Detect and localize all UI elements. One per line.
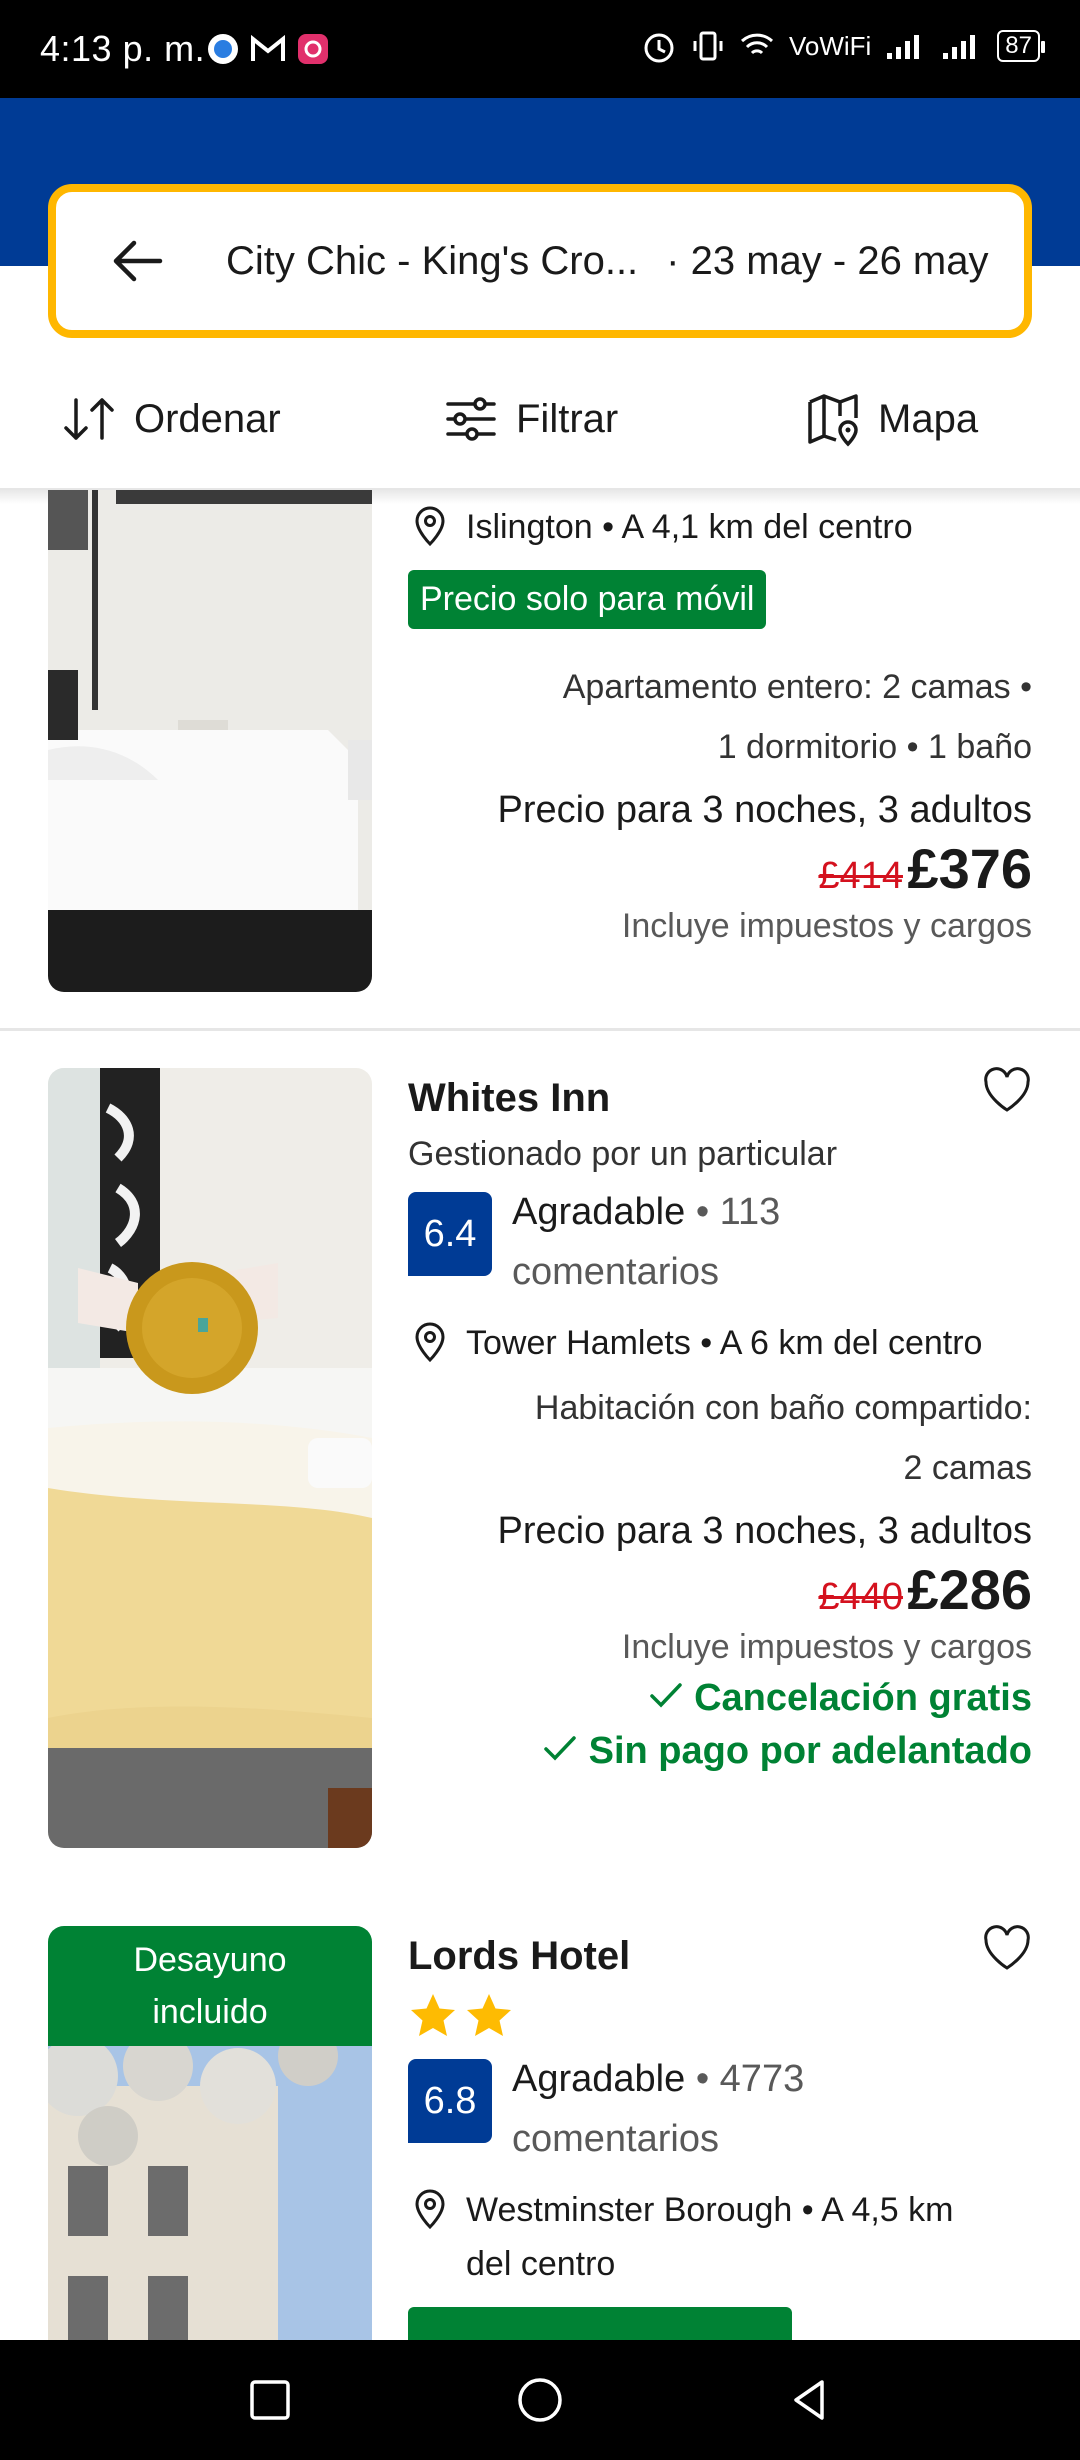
instagram-icon bbox=[298, 34, 328, 64]
vibrate-icon bbox=[693, 31, 723, 61]
old-price-1: £414 bbox=[818, 855, 903, 897]
sort-label: Ordenar bbox=[134, 396, 281, 441]
search-destination[interactable]: City Chic - King's Cro... bbox=[226, 239, 638, 284]
taxes-note-2: Incluye impuestos y cargos bbox=[621, 1628, 1032, 1666]
room-info-2-line1: Habitación con baño compartido: bbox=[534, 1389, 1032, 1427]
listing-location-1: Islington • A 4,1 km del centro bbox=[408, 500, 1032, 554]
bedroom-photo-1 bbox=[48, 490, 372, 992]
signal-icon-2 bbox=[943, 35, 976, 59]
room-info-1-line1: Apartamento entero: 2 camas • bbox=[562, 668, 1032, 706]
location-pin-icon bbox=[415, 2189, 445, 2230]
location-text-2: Tower Hamlets • A 6 km del centro bbox=[466, 1324, 983, 1362]
back-icon[interactable] bbox=[786, 2376, 834, 2424]
location-text-3-line1: Westminster Borough • A 4,5 km bbox=[466, 2191, 954, 2229]
breakfast-badge-line1: Desayuno bbox=[133, 1941, 287, 1979]
room-info-2-line2: 2 camas bbox=[903, 1449, 1033, 1487]
listing-photo-2[interactable] bbox=[48, 1068, 372, 1848]
price-2: £286 bbox=[907, 1558, 1032, 1621]
map-label: Mapa bbox=[878, 396, 979, 441]
app-notification-icon bbox=[208, 34, 238, 64]
favorite-heart-icon-3[interactable] bbox=[980, 1922, 1034, 1976]
perk-free-cancel: Cancelación gratis bbox=[408, 1677, 1032, 1720]
rating-word-2: Agradable bbox=[512, 1191, 686, 1233]
location-pin-icon bbox=[415, 1322, 445, 1363]
perk-no-prepay-text: Sin pago por adelantado bbox=[588, 1730, 1032, 1772]
rating-word-3: Agradable bbox=[512, 2058, 686, 2100]
listing-divider-1 bbox=[0, 1028, 1080, 1031]
location-text-1: Islington • A 4,1 km del centro bbox=[466, 508, 913, 546]
status-right-icons: VoWiFi 87 bbox=[641, 28, 1045, 64]
gmail-icon bbox=[251, 34, 285, 61]
review-count-3: • 4773 bbox=[695, 2058, 805, 2100]
system-nav-bar bbox=[0, 2340, 1080, 2460]
breakfast-badge: Desayuno incluido bbox=[48, 1926, 372, 2046]
listing-info-2: Whites Inn Gestionado por un particular … bbox=[408, 1068, 1032, 1773]
room-info-1-line2: 1 dormitorio • 1 baño bbox=[717, 728, 1032, 766]
hotel-name-3[interactable]: Lords Hotel bbox=[408, 1934, 1032, 1979]
reviews-word-2: comentarios bbox=[512, 1251, 719, 1293]
vowifi-label: VoWiFi bbox=[788, 30, 872, 61]
price-for-2: Precio para 3 noches, 3 adultos bbox=[497, 1510, 1032, 1552]
listing-location-3: Westminster Borough • A 4,5 km del centr… bbox=[408, 2183, 1032, 2291]
listing-info-3: Lords Hotel 6.8 Agradable • 4773 comenta… bbox=[408, 1926, 1032, 2347]
filter-label: Filtrar bbox=[516, 396, 619, 441]
listing-info-1: Islington • A 4,1 km del centro Precio s… bbox=[408, 500, 1032, 946]
old-price-2: £440 bbox=[818, 1576, 903, 1618]
checkmark-icon bbox=[544, 1736, 576, 1761]
status-bar: 4:13 p. m. VoWiFi 87 bbox=[0, 0, 1080, 98]
search-summary-box[interactable]: City Chic - King's Cro... · 23 may - 26 … bbox=[48, 184, 1032, 338]
battery-indicator: 87 bbox=[997, 30, 1045, 62]
map-button[interactable]: Mapa bbox=[804, 390, 978, 448]
price-1: £376 bbox=[907, 837, 1032, 900]
location-pin-icon bbox=[415, 506, 445, 547]
mobile-price-tag: Precio solo para móvil bbox=[408, 570, 767, 629]
star-rating-3 bbox=[408, 1991, 1032, 2041]
recent-apps-icon[interactable] bbox=[246, 2376, 294, 2424]
listing-photo-1[interactable] bbox=[48, 490, 372, 992]
notification-icons bbox=[206, 32, 330, 66]
star-icon bbox=[411, 1994, 455, 2036]
review-count-2: • 113 bbox=[695, 1191, 781, 1233]
perk-no-prepay: Sin pago por adelantado bbox=[408, 1730, 1032, 1773]
taxes-note-1: Incluye impuestos y cargos bbox=[621, 907, 1032, 945]
review-score-2: 6.4 bbox=[408, 1192, 492, 1276]
location-text-3-line2: del centro bbox=[466, 2245, 616, 2283]
hotel-photo-3 bbox=[48, 2026, 372, 2340]
checkmark-icon bbox=[649, 1683, 682, 1708]
signal-icon bbox=[887, 35, 920, 59]
sort-button[interactable]: Ordenar bbox=[60, 390, 281, 448]
review-score-3: 6.8 bbox=[408, 2059, 492, 2143]
sort-icon bbox=[64, 398, 114, 440]
search-dates[interactable]: · 23 may - 26 may bbox=[666, 239, 988, 284]
price-for-1: Precio para 3 noches, 3 adultos bbox=[497, 789, 1032, 831]
home-icon[interactable] bbox=[516, 2376, 564, 2424]
back-arrow-icon[interactable] bbox=[108, 231, 168, 291]
host-type-2: Gestionado por un particular bbox=[408, 1135, 838, 1173]
wifi-icon bbox=[740, 33, 773, 55]
alarm-icon bbox=[644, 33, 674, 63]
breakfast-badge-line2: incluido bbox=[152, 1993, 268, 2031]
reviews-word-3: comentarios bbox=[512, 2118, 719, 2160]
status-time: 4:13 p. m. bbox=[40, 28, 206, 69]
listing-photo-3[interactable]: Desayuno incluido bbox=[48, 1926, 372, 2340]
favorite-heart-icon-2[interactable] bbox=[980, 1064, 1034, 1118]
hotel-name-2[interactable]: Whites Inn bbox=[408, 1076, 1032, 1121]
bedroom-photo-2 bbox=[48, 1068, 372, 1848]
results-toolbar: Ordenar Filtrar Mapa bbox=[0, 350, 1080, 490]
filter-button[interactable]: Filtrar bbox=[442, 390, 618, 448]
listing-location-2: Tower Hamlets • A 6 km del centro bbox=[408, 1316, 1032, 1370]
filter-icon bbox=[446, 397, 496, 441]
map-icon bbox=[808, 394, 858, 447]
star-icon bbox=[467, 1994, 511, 2036]
perk-free-cancel-text: Cancelación gratis bbox=[694, 1677, 1032, 1719]
